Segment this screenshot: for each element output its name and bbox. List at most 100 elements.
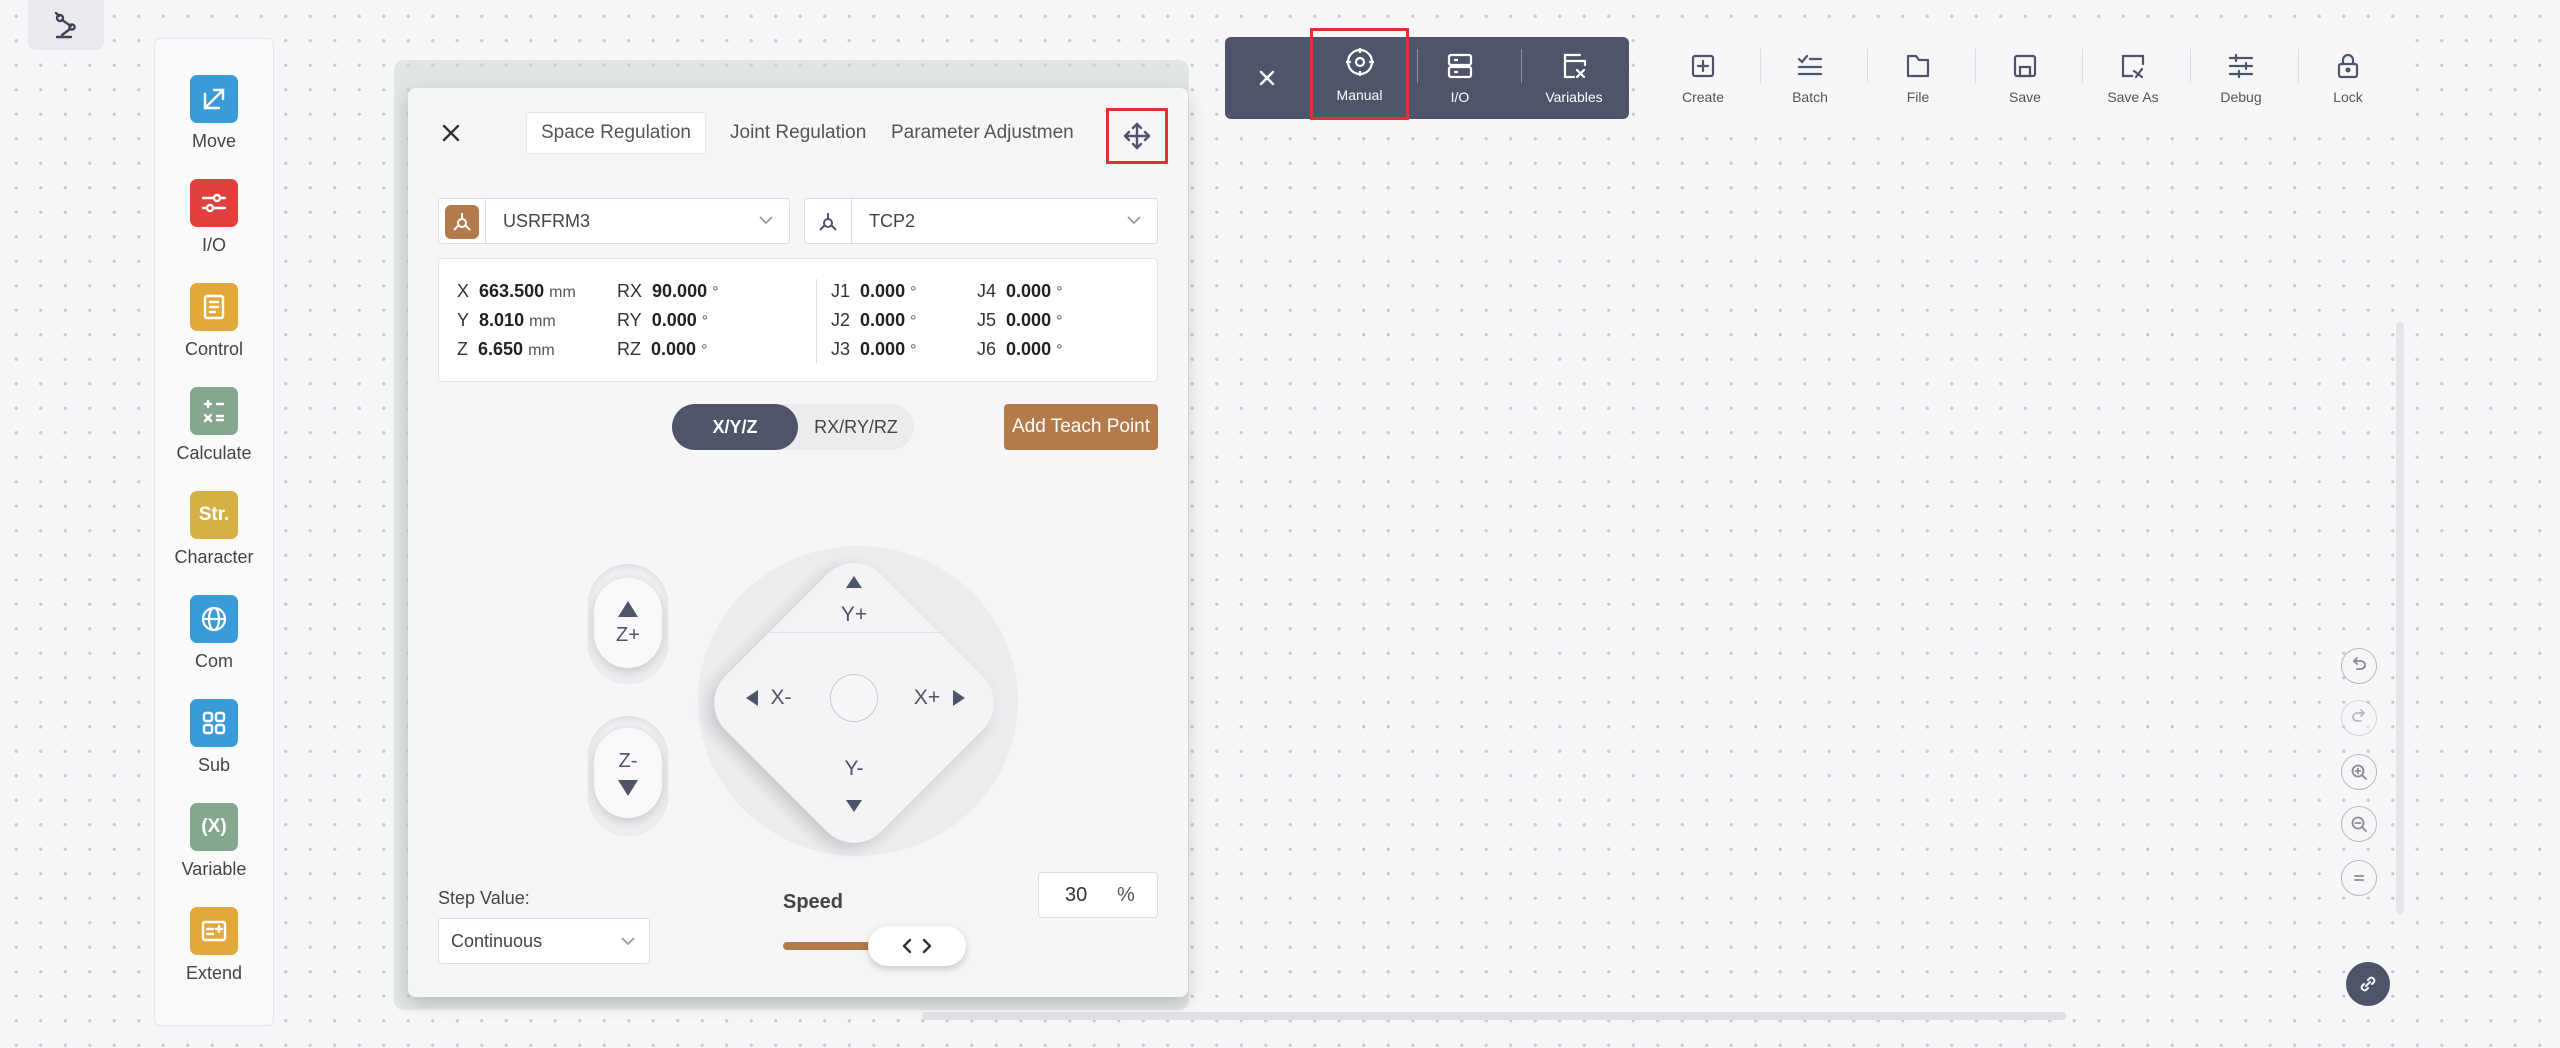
joint-j6: J6 0.000 ° [977, 339, 1063, 359]
zoom-out-button[interactable] [2341, 806, 2377, 842]
undo-button[interactable] [2341, 648, 2377, 684]
palette-item-variable[interactable]: (X) Variable [155, 803, 273, 880]
create-button[interactable]: Create [1658, 37, 1748, 119]
x-plus-button[interactable]: X+ [898, 678, 982, 718]
tab-space-regulation[interactable]: Space Regulation [526, 112, 706, 154]
user-frame-value: USRFRM3 [503, 211, 591, 231]
palette-item-com[interactable]: Com [155, 595, 273, 672]
io-icon [190, 179, 238, 227]
create-label: Create [1681, 89, 1725, 105]
server-icon [1445, 51, 1475, 81]
tool-frame-select[interactable]: TCP2 [804, 198, 1158, 244]
zoom-in-icon [2349, 762, 2369, 782]
drag-panel-handle[interactable] [1106, 108, 1168, 164]
palette-item-control[interactable]: Control [155, 283, 273, 360]
y-plus-button[interactable]: Y+ [814, 566, 894, 636]
calculate-icon [190, 387, 238, 435]
jog-center-button[interactable] [830, 674, 878, 722]
floating-action-button[interactable] [2346, 962, 2390, 1006]
redo-button[interactable] [2341, 700, 2377, 736]
save-as-button[interactable]: Save As [2088, 37, 2178, 119]
arrow-down-icon [617, 779, 639, 797]
save-button[interactable]: Save [1980, 37, 2070, 119]
joint-j5: J5 0.000 ° [977, 310, 1063, 330]
manual-button[interactable]: Manual [1310, 28, 1409, 120]
z-minus-label: Z- [618, 749, 638, 772]
debug-label: Debug [2220, 89, 2262, 105]
program-toolbar: Create Batch File Save Save As Debug Loc… [1638, 37, 2408, 119]
chevron-down-icon [619, 932, 637, 950]
palette-item-character[interactable]: Str. Character [155, 491, 273, 568]
z-plus-label: Z+ [616, 623, 640, 646]
coord-y: Y 8.010 mm [457, 310, 556, 330]
tab-parameter-adjustment[interactable]: Parameter Adjustmen [891, 112, 1074, 154]
crosshair-icon [1343, 45, 1377, 79]
palette-item-move[interactable]: Move [155, 75, 273, 152]
sliders-icon [2226, 51, 2256, 81]
palette-item-calculate[interactable]: Calculate [155, 387, 273, 464]
palette-item-sub[interactable]: Sub [155, 699, 273, 776]
z-plus-button[interactable]: Z+ [594, 578, 662, 668]
close-icon [438, 120, 464, 146]
palette-label: Sub [197, 755, 231, 775]
palette-label: Move [191, 131, 236, 151]
save-label: Save [2009, 89, 2041, 105]
batch-icon [1795, 51, 1825, 81]
mode-rxryrz-button[interactable]: RX/RY/RZ [798, 404, 914, 450]
batch-button[interactable]: Batch [1765, 37, 1855, 119]
vertical-scrollbar[interactable] [2396, 322, 2404, 914]
lock-button[interactable]: Lock [2303, 37, 2393, 119]
mode-xyz-button[interactable]: X/Y/Z [672, 404, 798, 450]
speed-value: 30 [1065, 884, 1088, 906]
x-minus-button[interactable]: X- [728, 678, 808, 718]
fit-view-button[interactable] [2341, 860, 2377, 896]
lock-icon [2333, 51, 2363, 81]
chevron-left-right-icon [900, 937, 934, 955]
tool-frame-value: TCP2 [869, 211, 916, 231]
file-button[interactable]: File [1873, 37, 1963, 119]
close-toolbar-button[interactable] [1239, 37, 1295, 119]
zoom-out-icon [2349, 814, 2369, 834]
palette-item-extend[interactable]: Extend [155, 907, 273, 984]
z-minus-button[interactable]: Z- [594, 728, 662, 818]
arrow-right-icon [952, 689, 966, 707]
arrow-down-icon [845, 799, 863, 813]
y-minus-button[interactable]: Y- [814, 750, 894, 820]
coord-rx: RX 90.000 ° [617, 281, 719, 301]
tab-joint-regulation[interactable]: Joint Regulation [730, 112, 866, 154]
manual-label: Manual [1336, 87, 1383, 103]
tool-icon [811, 205, 845, 239]
node-palette: Move I/O Control Calculate Str. Characte… [154, 38, 274, 1026]
chevron-down-icon [757, 211, 775, 229]
user-frame-select[interactable]: USRFRM3 [438, 198, 790, 244]
horizontal-scrollbar[interactable] [922, 1012, 2066, 1020]
debug-button[interactable]: Debug [2196, 37, 2286, 119]
variable-icon: (X) [190, 803, 238, 851]
palette-item-io[interactable]: I/O [155, 179, 273, 256]
app-logo[interactable] [28, 0, 104, 50]
y-minus-label: Y- [844, 757, 864, 780]
speed-input[interactable]: 30 % [1038, 872, 1158, 918]
speed-slider-handle[interactable] [868, 926, 966, 966]
extend-icon [190, 907, 238, 955]
io-button[interactable]: I/O [1425, 37, 1495, 119]
link-icon [2356, 972, 2380, 996]
variables-label: Variables [1545, 89, 1603, 105]
close-icon [1257, 68, 1277, 88]
chevron-down-icon [1125, 211, 1143, 229]
control-icon [190, 283, 238, 331]
speed-slider-fill [783, 942, 873, 950]
arrow-up-icon [845, 575, 863, 589]
palette-label: Control [184, 339, 244, 359]
variables-button[interactable]: Variables [1527, 37, 1621, 119]
step-value-label: Step Value: [438, 888, 530, 908]
close-panel-button[interactable] [438, 120, 464, 146]
coord-z: Z 6.650 mm [457, 339, 555, 359]
add-teach-point-button[interactable]: Add Teach Point [1004, 404, 1158, 450]
step-value-select[interactable]: Continuous [438, 918, 650, 964]
zoom-in-button[interactable] [2341, 754, 2377, 790]
file-label: File [1906, 89, 1930, 105]
coord-ry: RY 0.000 ° [617, 310, 709, 330]
file-icon [1903, 51, 1933, 81]
frame-icon [445, 205, 479, 239]
